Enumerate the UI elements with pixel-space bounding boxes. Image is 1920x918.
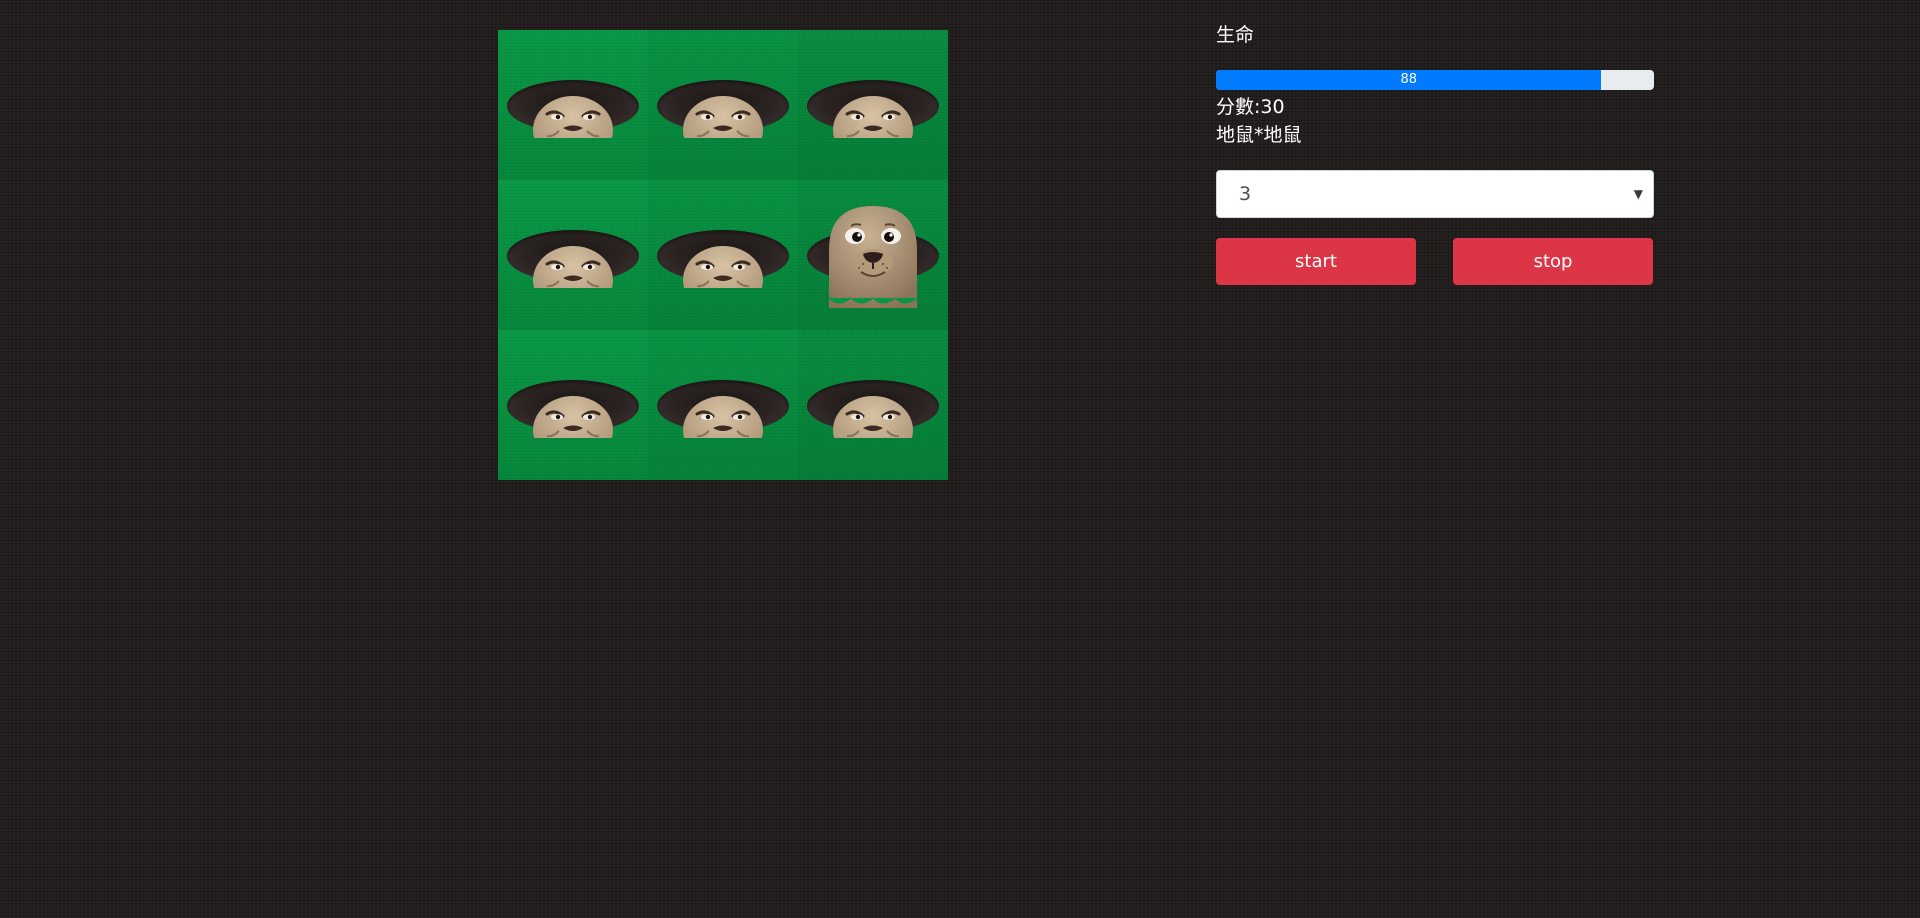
score-label: 分數: — [1216, 96, 1261, 118]
chevron-down-icon: ▼ — [1633, 187, 1643, 201]
mole-hole — [657, 80, 789, 164]
board-cell[interactable] — [648, 180, 798, 330]
mole-hole — [507, 80, 639, 164]
board-cell[interactable] — [798, 330, 948, 480]
mole-hole — [807, 80, 939, 164]
mole-peeking-icon[interactable] — [517, 84, 629, 164]
mole-hole — [507, 380, 639, 464]
life-label: 生命 — [1216, 24, 1255, 46]
score-display: 分數:30 — [1216, 94, 1285, 120]
mole-peeking-icon[interactable] — [817, 384, 929, 464]
board-cell[interactable] — [648, 30, 798, 180]
mole-peeking-icon[interactable] — [667, 384, 779, 464]
board-cell[interactable] — [498, 330, 648, 480]
mole-peeking-icon[interactable] — [517, 234, 629, 314]
score-value: 30 — [1260, 96, 1285, 118]
level-select[interactable]: 3 ▼ — [1216, 170, 1654, 218]
board-cell[interactable] — [648, 330, 798, 480]
mole-peeking-icon[interactable] — [817, 84, 929, 164]
life-progress-bar: 88 — [1216, 70, 1654, 90]
board-cell[interactable] — [798, 180, 948, 330]
board-cell[interactable] — [498, 180, 648, 330]
stop-button[interactable]: stop — [1453, 238, 1653, 285]
mole-hole — [657, 380, 789, 464]
level-select-value: 3 — [1239, 183, 1252, 205]
mole-peeking-icon[interactable] — [667, 234, 779, 314]
mole-peeking-icon[interactable] — [517, 384, 629, 464]
mole-peeking-icon[interactable] — [667, 84, 779, 164]
mole-hole — [807, 380, 939, 464]
mole-hole — [657, 230, 789, 314]
mole-hole — [507, 230, 639, 314]
game-board — [498, 30, 948, 480]
life-progress-fill: 88 — [1216, 70, 1602, 90]
mole-popped-up-icon[interactable] — [823, 202, 923, 312]
board-cell[interactable] — [498, 30, 648, 180]
mode-text: 地鼠*地鼠 — [1216, 124, 1302, 146]
board-cell[interactable] — [798, 30, 948, 180]
start-button[interactable]: start — [1216, 238, 1416, 285]
mole-hole — [807, 206, 939, 308]
